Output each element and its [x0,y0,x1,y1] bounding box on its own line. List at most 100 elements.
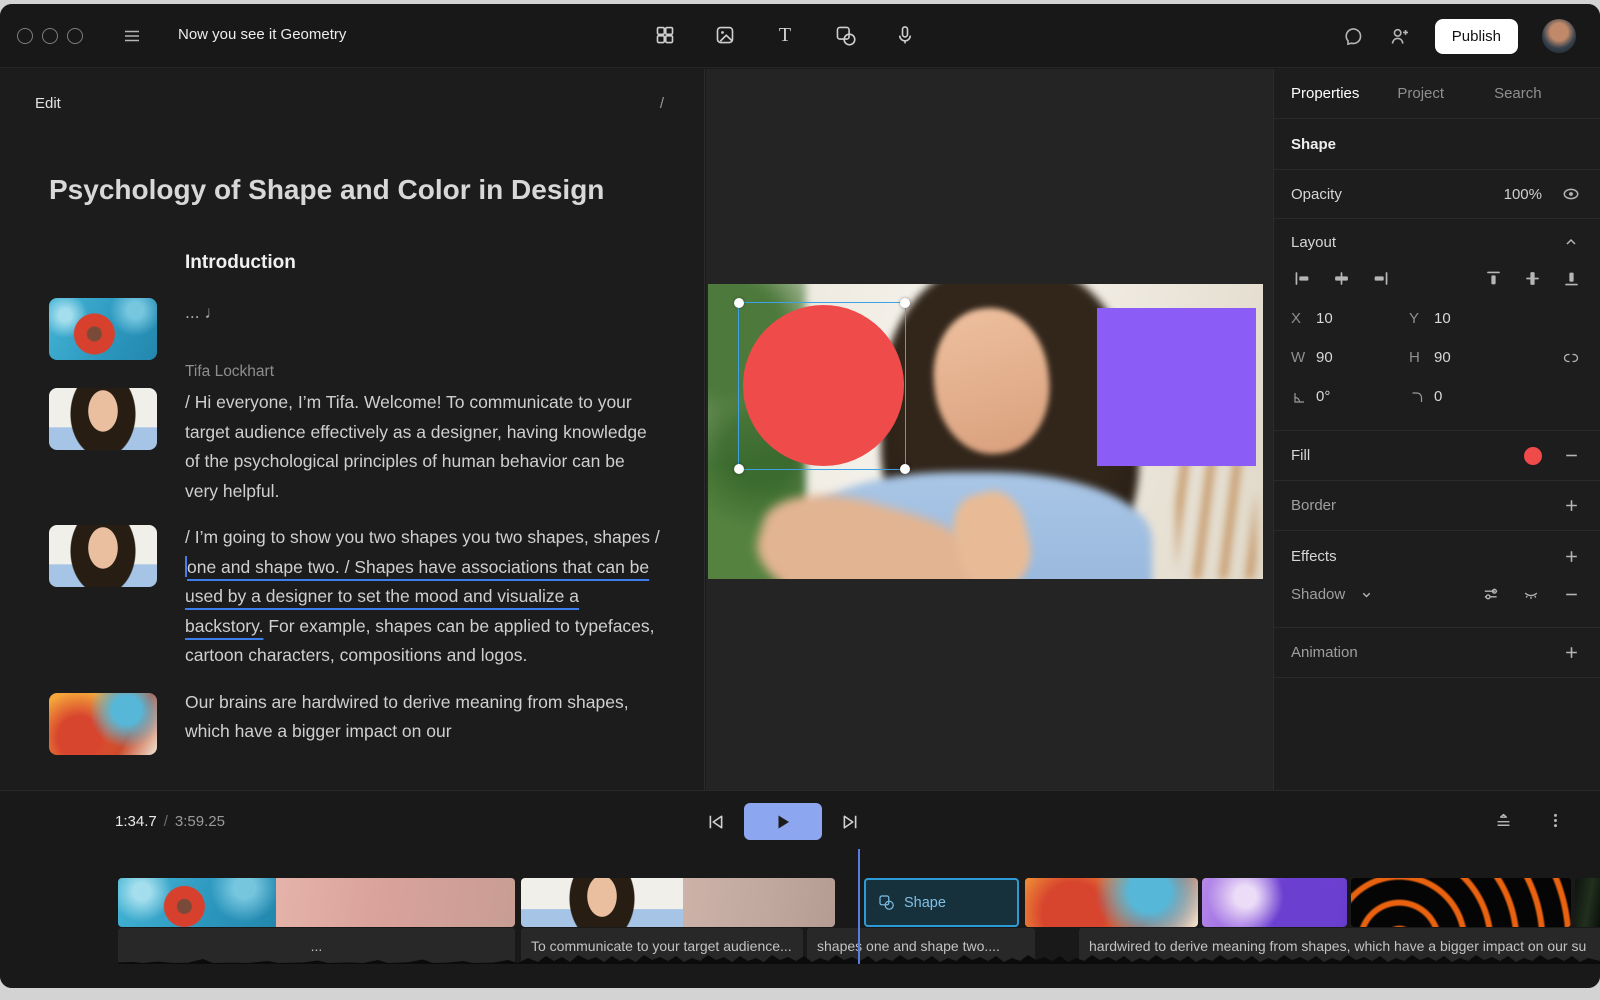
play-button[interactable] [744,803,822,840]
scene-thumbnail-pool[interactable] [49,298,157,360]
add-border-icon[interactable] [1560,495,1582,517]
timeline-clip-lava[interactable] [1351,878,1571,927]
edit-mode-label: Edit [35,95,61,112]
shadow-effect-label[interactable]: Shadow [1291,586,1345,603]
shape-clip-label: Shape [904,895,946,911]
timeline-clip-paint[interactable] [1025,878,1198,927]
add-collaborator-icon[interactable] [1389,25,1411,47]
timeline-clip-welcome[interactable] [521,878,835,927]
timeline-clip-dark[interactable] [1575,878,1600,927]
tab-project[interactable]: Project [1397,85,1444,102]
window-controls [17,28,83,44]
shape-icon[interactable] [834,24,856,46]
selected-element-header: Shape [1274,119,1600,170]
y-input[interactable]: 10 [1434,310,1527,327]
align-vertical-center-icon[interactable] [1521,267,1543,289]
playhead[interactable] [858,849,860,964]
timeline-area: 1:34.7/3:59.25 [0,790,1600,988]
effects-label: Effects [1291,548,1337,565]
animation-label: Animation [1291,644,1358,661]
timeline-clip-purple[interactable] [1202,878,1347,927]
rotation-angle-icon [1291,389,1316,405]
resize-handle-top-left[interactable] [734,298,744,308]
speaker-name[interactable]: Tifa Lockhart [185,362,660,381]
visibility-eye-icon[interactable] [1560,183,1582,205]
corner-radius-input[interactable]: 0 [1434,388,1527,405]
transcript-paragraph[interactable]: / I’m going to show you two shapes you t… [185,523,660,671]
width-input[interactable]: 90 [1316,349,1409,366]
resize-handle-bottom-right[interactable] [900,464,910,474]
transcript-block: / I’m going to show you two shapes you t… [49,523,660,671]
fill-color-swatch[interactable] [1524,447,1542,465]
zoom-window-button[interactable] [67,28,83,44]
rotation-input[interactable]: 0° [1316,388,1409,405]
video-preview[interactable] [708,284,1263,579]
purple-square-shape[interactable] [1097,308,1256,466]
script-editor-panel: Edit / Psychology of Shape and Color in … [0,69,705,790]
pause-marker[interactable]: ... ♩ [185,298,660,360]
scene-thumbnail-paint[interactable] [49,693,157,755]
align-horizontal-center-icon[interactable] [1330,267,1352,289]
layout-label: Layout [1291,234,1336,251]
image-icon[interactable] [714,24,736,46]
transcript-paragraph[interactable]: / Hi everyone, I’m Tifa. Welcome! To com… [185,388,660,506]
align-right-icon[interactable] [1369,267,1391,289]
project-title[interactable]: Now you see it Geometry [178,26,346,43]
scene-thumbnail-speaker[interactable] [49,525,157,587]
add-animation-icon[interactable] [1560,642,1582,664]
remove-shadow-icon[interactable] [1560,583,1582,605]
opacity-label: Opacity [1291,186,1342,203]
menu-icon[interactable] [121,25,143,47]
link-dimensions-icon[interactable] [1560,347,1582,369]
align-top-icon[interactable] [1482,267,1504,289]
user-avatar[interactable] [1542,19,1576,53]
close-window-button[interactable] [17,28,33,44]
border-label: Border [1291,497,1336,514]
tab-search[interactable]: Search [1494,85,1542,102]
comments-icon[interactable] [1343,25,1365,47]
fill-label: Fill [1291,447,1310,464]
x-label: X [1291,310,1316,327]
add-effect-icon[interactable] [1560,545,1582,567]
section-heading[interactable]: Introduction [185,252,704,274]
skip-forward-icon[interactable] [838,810,862,834]
align-left-icon[interactable] [1291,267,1313,289]
composition-title[interactable]: Psychology of Shape and Color in Design [49,174,704,206]
timeline-more-options-icon[interactable] [1544,809,1566,831]
shadow-hide-eye-icon[interactable] [1520,583,1542,605]
align-bottom-icon[interactable] [1560,267,1582,289]
remove-fill-icon[interactable] [1560,445,1582,467]
transcript-paragraph[interactable]: Our brains are hardwired to derive meani… [185,688,660,755]
slash-marker: / [660,95,664,112]
transcript-block: ... ♩ [49,298,660,360]
selection-box[interactable] [738,302,906,470]
total-duration: 3:59.25 [175,813,225,830]
shadow-settings-sliders-icon[interactable] [1480,583,1502,605]
resize-handle-top-right[interactable] [900,298,910,308]
publish-button[interactable]: Publish [1435,19,1518,54]
transcript-block: Tifa Lockhart / Hi everyone, I’m Tifa. W… [49,362,660,506]
app-window: Now you see it Geometry T Publish [0,4,1600,988]
x-input[interactable]: 10 [1316,310,1409,327]
paragraph-text[interactable]: / I’m going to show you two shapes you t… [185,527,660,547]
opacity-value[interactable]: 100% [1504,186,1542,203]
preview-canvas[interactable] [706,69,1273,790]
text-icon[interactable]: T [774,24,796,46]
skip-back-icon[interactable] [704,810,728,834]
minimize-window-button[interactable] [42,28,58,44]
height-input[interactable]: 90 [1434,349,1527,366]
resize-handle-bottom-left[interactable] [734,464,744,474]
height-label: H [1409,349,1434,366]
properties-panel: Properties Project Search Shape Opacity … [1273,69,1600,790]
timeline-shape-clip-selected[interactable]: Shape [864,878,1019,927]
current-time: 1:34.7 [115,813,157,830]
timeline-expand-icon[interactable] [1492,809,1514,831]
shadow-dropdown-chevron-icon[interactable] [1355,583,1377,605]
layout-grid-icon[interactable] [654,24,676,46]
timeline-clip-intro[interactable] [118,878,515,927]
y-label: Y [1409,310,1434,327]
collapse-chevron-icon[interactable] [1560,231,1582,253]
tab-properties[interactable]: Properties [1291,85,1359,102]
microphone-icon[interactable] [894,24,916,46]
scene-thumbnail-speaker[interactable] [49,388,157,450]
